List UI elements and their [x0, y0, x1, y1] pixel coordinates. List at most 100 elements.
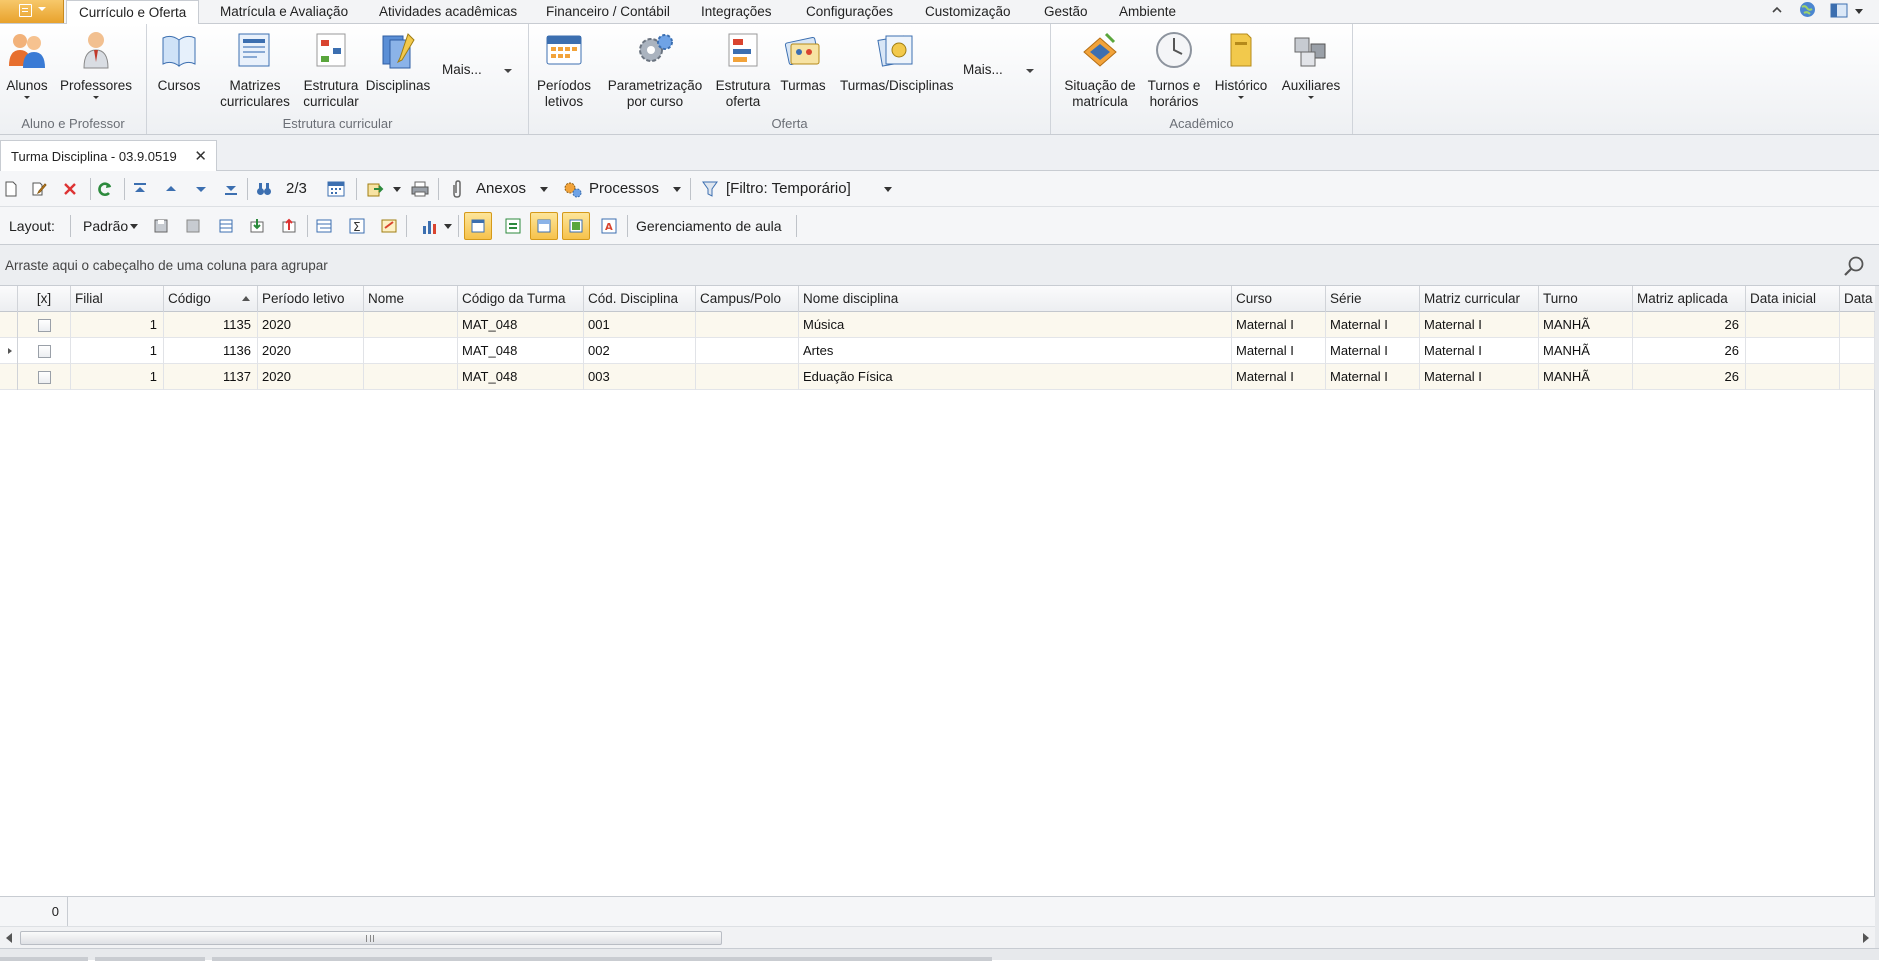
header-campus-polo[interactable]: Campus/Polo — [696, 286, 799, 312]
header-curso[interactable]: Curso — [1232, 286, 1326, 312]
layout-dropdown-icon[interactable] — [130, 224, 138, 229]
oferta-mais-dropdown-icon[interactable] — [1026, 69, 1034, 73]
cursos-button[interactable]: Cursos — [157, 28, 201, 94]
cell-curso[interactable]: Maternal I — [1232, 364, 1326, 390]
header-serie[interactable]: Série — [1326, 286, 1420, 312]
last-record-icon[interactable] — [223, 181, 239, 197]
header-data-inicial[interactable]: Data inicial — [1746, 286, 1840, 312]
save-layout-icon[interactable] — [153, 218, 169, 234]
cell-data[interactable] — [1840, 338, 1875, 364]
turnos-horarios-button[interactable]: Turnos e horários — [1145, 28, 1203, 110]
table-row[interactable]: 1 1135 2020 MAT_048 001 Música Maternal … — [0, 312, 1875, 338]
header-cod-disciplina[interactable]: Cód. Disciplina — [584, 286, 696, 312]
header-data[interactable]: Data — [1840, 286, 1879, 312]
cell-curso[interactable]: Maternal I — [1232, 312, 1326, 338]
cell-campus[interactable] — [696, 364, 799, 390]
oferta-mais-button[interactable]: Mais... — [963, 62, 1003, 77]
cell-turma[interactable]: MAT_048 — [458, 364, 584, 390]
cell-matriz[interactable]: Maternal I — [1420, 364, 1539, 390]
cell-nome-disciplina[interactable]: Artes — [799, 338, 1232, 364]
estrutura-mais-dropdown-icon[interactable] — [504, 69, 512, 73]
header-select[interactable]: [x] — [18, 286, 71, 312]
conditional-format-icon[interactable] — [381, 218, 397, 234]
header-codigo-turma[interactable]: Código da Turma — [458, 286, 584, 312]
export-icon[interactable] — [366, 181, 384, 197]
cell-serie[interactable]: Maternal I — [1326, 364, 1420, 390]
chart-icon[interactable] — [421, 217, 439, 235]
cell-curso[interactable]: Maternal I — [1232, 338, 1326, 364]
cell-nome[interactable] — [364, 338, 458, 364]
cell-filial[interactable]: 1 — [71, 364, 164, 390]
tab-ambiente[interactable]: Ambiente — [1119, 0, 1176, 24]
header-nome[interactable]: Nome — [364, 286, 458, 312]
previous-record-icon[interactable] — [163, 181, 179, 197]
cell-serie[interactable]: Maternal I — [1326, 338, 1420, 364]
view-mode-toggle-3[interactable] — [530, 212, 558, 240]
close-tab-icon[interactable]: ✕ — [194, 147, 207, 165]
tab-integracoes[interactable]: Integrações — [701, 0, 772, 24]
tab-curriculo-oferta[interactable]: Currículo e Oferta — [66, 0, 200, 25]
matrizes-curriculares-button[interactable]: Matrizes curriculares — [213, 28, 297, 110]
processes-gears-icon[interactable] — [563, 180, 583, 198]
cell-codigo[interactable]: 1136 — [164, 338, 258, 364]
anexos-button[interactable]: Anexos — [476, 180, 526, 197]
cell-data[interactable] — [1840, 312, 1875, 338]
search-icon[interactable] — [1843, 255, 1865, 277]
cell-serie[interactable]: Maternal I — [1326, 312, 1420, 338]
chart-dropdown-icon[interactable] — [444, 224, 452, 229]
sum-icon[interactable]: Σ — [349, 218, 365, 234]
cell-codigo[interactable]: 1135 — [164, 312, 258, 338]
layout-grid-icon[interactable] — [218, 218, 234, 234]
gerenciamento-aula-button[interactable]: Gerenciamento de aula — [636, 218, 782, 234]
cell-matriz-aplicada[interactable]: 26 — [1633, 364, 1746, 390]
print-icon[interactable] — [411, 181, 429, 197]
font-style-icon[interactable]: A — [601, 218, 617, 234]
cell-nome[interactable] — [364, 312, 458, 338]
header-matriz-aplicada[interactable]: Matriz aplicada — [1633, 286, 1746, 312]
next-record-icon[interactable] — [193, 181, 209, 197]
cell-disciplina[interactable]: 003 — [584, 364, 696, 390]
header-codigo[interactable]: Código — [164, 286, 258, 312]
periodos-letivos-button[interactable]: Períodos letivos — [533, 28, 595, 110]
cell-periodo[interactable]: 2020 — [258, 364, 364, 390]
calendar-grid-icon[interactable] — [327, 180, 345, 198]
view-mode-toggle-4[interactable] — [562, 212, 590, 240]
refresh-icon[interactable] — [97, 181, 113, 197]
header-filial[interactable]: Filial — [71, 286, 164, 312]
cell-disciplina[interactable]: 002 — [584, 338, 696, 364]
cell-data-inicial[interactable] — [1746, 312, 1840, 338]
disciplinas-button[interactable]: Disciplinas — [365, 28, 431, 94]
cell-campus[interactable] — [696, 338, 799, 364]
turmas-disciplinas-button[interactable]: Turmas/Disciplinas — [840, 28, 954, 94]
save-layout-as-icon[interactable] — [185, 218, 201, 234]
window-layout-icon[interactable] — [1830, 3, 1848, 18]
cell-disciplina[interactable]: 001 — [584, 312, 696, 338]
cell-nome-disciplina[interactable]: Eduação Física — [799, 364, 1232, 390]
estrutura-curricular-button[interactable]: Estrutura curricular — [297, 28, 365, 110]
cell-matriz-aplicada[interactable]: 26 — [1633, 338, 1746, 364]
scroll-right-icon[interactable] — [1863, 933, 1869, 943]
processos-button[interactable]: Processos — [589, 180, 659, 197]
view-mode-toggle-1[interactable] — [464, 212, 492, 240]
professores-button[interactable]: Professores — [58, 28, 134, 99]
filter-icon[interactable] — [701, 180, 719, 198]
header-nome-disciplina[interactable]: Nome disciplina — [799, 286, 1232, 312]
cell-matriz[interactable]: Maternal I — [1420, 312, 1539, 338]
first-record-icon[interactable] — [132, 181, 148, 197]
header-matriz-curricular[interactable]: Matriz curricular — [1420, 286, 1539, 312]
alunos-button[interactable]: Alunos — [2, 28, 52, 99]
vertical-scrollbar[interactable] — [1875, 286, 1879, 948]
scroll-left-icon[interactable] — [6, 933, 12, 943]
estrutura-mais-button[interactable]: Mais... — [442, 62, 482, 77]
cell-turno[interactable]: MANHÃ — [1539, 338, 1633, 364]
edit-document-icon[interactable] — [31, 181, 47, 197]
tab-gestao[interactable]: Gestão — [1044, 0, 1088, 24]
tab-atividades-academicas[interactable]: Atividades acadêmicas — [379, 0, 517, 24]
cell-turno[interactable]: MANHÃ — [1539, 364, 1633, 390]
view-mode-2-icon[interactable] — [505, 218, 521, 234]
application-menu-button[interactable] — [0, 0, 64, 23]
scrollbar-thumb[interactable] — [20, 931, 722, 945]
find-binoculars-icon[interactable] — [256, 181, 272, 197]
auxiliares-button[interactable]: Auxiliares — [1277, 28, 1345, 99]
new-document-icon[interactable] — [3, 181, 19, 197]
